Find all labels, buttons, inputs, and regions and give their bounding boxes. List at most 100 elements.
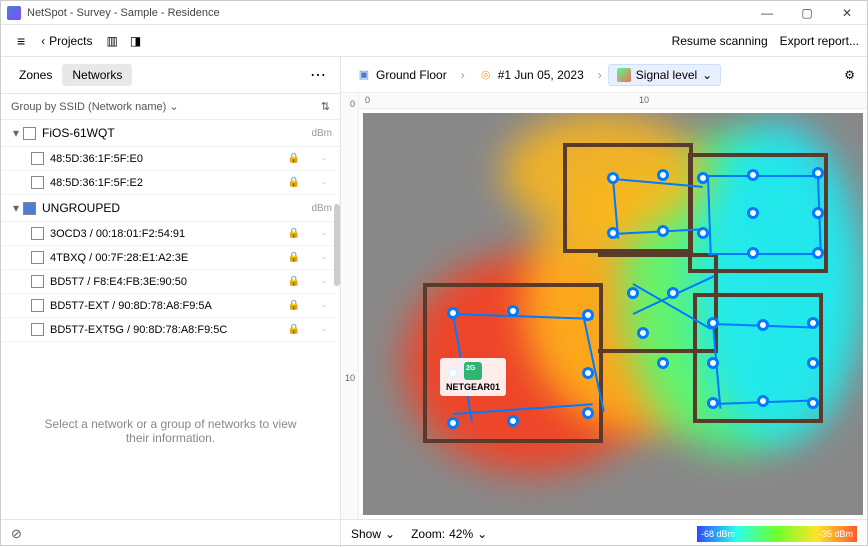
window-title: NetSpot - Survey - Sample - Residence	[27, 7, 747, 19]
ap-name: NETGEAR01	[446, 382, 500, 392]
survey-point[interactable]	[747, 169, 759, 181]
survey-point[interactable]	[582, 407, 594, 419]
collapse-icon[interactable]: ▾	[9, 201, 23, 215]
network-item[interactable]: BD5T7-EXT / 90:8D:78:A8:F9:5A🔒-	[1, 294, 340, 318]
survey-point[interactable]	[707, 397, 719, 409]
survey-point[interactable]	[697, 172, 709, 184]
access-point-label[interactable]: NETGEAR01	[440, 358, 506, 396]
sidebar: Zones Networks ⋯ Group by SSID (Network …	[1, 57, 341, 519]
survey-point[interactable]	[757, 395, 769, 407]
group-name: FiOS-61WQT	[42, 126, 115, 140]
lock-icon: 🔒	[288, 324, 300, 335]
survey-point[interactable]	[707, 317, 719, 329]
show-dropdown[interactable]: Show ⌄	[351, 527, 395, 541]
survey-point[interactable]	[812, 167, 824, 179]
collapse-icon[interactable]: ▾	[9, 126, 23, 140]
titlebar: NetSpot - Survey - Sample - Residence — …	[1, 1, 867, 25]
survey-point[interactable]	[582, 309, 594, 321]
minimize-button[interactable]: —	[747, 6, 787, 20]
export-report-button[interactable]: Export report...	[780, 34, 859, 48]
chevron-right-icon: ›	[461, 68, 465, 82]
network-item[interactable]: BD5T7-EXT5G / 90:8D:78:A8:F9:5C🔒-	[1, 318, 340, 342]
history-icon[interactable]: ⊘	[11, 526, 22, 542]
chevron-right-icon: ›	[598, 68, 602, 82]
scrollbar[interactable]	[334, 204, 340, 286]
survey-point[interactable]	[747, 247, 759, 259]
survey-point[interactable]	[807, 397, 819, 409]
maximize-button[interactable]: ▢	[787, 6, 827, 20]
group-checkbox[interactable]	[23, 202, 36, 215]
survey-point[interactable]	[812, 207, 824, 219]
item-checkbox[interactable]	[31, 323, 44, 336]
resume-scanning-button[interactable]: Resume scanning	[672, 34, 768, 48]
network-group[interactable]: ▾ FiOS-61WQT dBm	[1, 120, 340, 147]
item-checkbox[interactable]	[31, 251, 44, 264]
survey-point[interactable]	[757, 319, 769, 331]
filter-icon[interactable]: ⚙	[840, 64, 859, 86]
layout-icon[interactable]: ▥	[101, 30, 124, 52]
survey-point[interactable]	[707, 357, 719, 369]
item-checkbox[interactable]	[31, 176, 44, 189]
network-item[interactable]: 3OCD3 / 00:18:01:F2:54:91🔒-	[1, 222, 340, 246]
lock-icon: 🔒	[288, 276, 300, 287]
network-item[interactable]: 4TBXQ / 00:7F:28:E1:A2:3E🔒-	[1, 246, 340, 270]
crumb-floor[interactable]: ▣Ground Floor	[349, 65, 455, 85]
chevron-down-icon: ⌄	[702, 68, 712, 82]
wifi-icon	[464, 362, 482, 380]
app-icon	[7, 6, 21, 20]
item-checkbox[interactable]	[31, 152, 44, 165]
survey-point[interactable]	[657, 225, 669, 237]
survey-point[interactable]	[667, 287, 679, 299]
survey-point[interactable]	[747, 207, 759, 219]
survey-point[interactable]	[627, 287, 639, 299]
network-list: ▾ FiOS-61WQT dBm 48:5D:36:1F:5F:E0🔒- 48:…	[1, 120, 340, 342]
back-label: Projects	[49, 34, 92, 48]
lock-icon: 🔒	[288, 252, 300, 263]
survey-canvas[interactable]: NETGEAR01	[363, 113, 863, 515]
survey-point[interactable]	[807, 357, 819, 369]
more-icon[interactable]: ⋯	[304, 63, 332, 87]
survey-point[interactable]	[447, 307, 459, 319]
survey-point[interactable]	[812, 247, 824, 259]
survey-point[interactable]	[447, 417, 459, 429]
tab-networks[interactable]: Networks	[62, 64, 132, 86]
unit-label: dBm	[311, 203, 332, 214]
survey-point[interactable]	[507, 415, 519, 427]
sort-icon[interactable]: ⇅	[321, 100, 330, 113]
survey-point[interactable]	[607, 227, 619, 239]
panel-icon[interactable]: ◨	[124, 30, 147, 52]
survey-point[interactable]	[807, 317, 819, 329]
network-item[interactable]: 48:5D:36:1F:5F:E0🔒-	[1, 147, 340, 171]
survey-point[interactable]	[657, 357, 669, 369]
group-checkbox[interactable]	[23, 127, 36, 140]
close-button[interactable]: ✕	[827, 6, 867, 20]
unit-label: dBm	[311, 128, 332, 139]
item-checkbox[interactable]	[31, 227, 44, 240]
lock-icon: 🔒	[288, 228, 300, 239]
survey-point[interactable]	[507, 305, 519, 317]
item-name: 4TBXQ / 00:7F:28:E1:A2:3E	[50, 252, 188, 264]
back-button[interactable]: ‹ Projects	[33, 30, 100, 52]
visualization-dropdown[interactable]: Signal level⌄	[608, 64, 721, 86]
network-group[interactable]: ▾ UNGROUPED dBm	[1, 195, 340, 222]
survey-point[interactable]	[657, 169, 669, 181]
toolbar: ≡ ‹ Projects ▥ ◨ Resume scanning Export …	[1, 25, 867, 57]
survey-point[interactable]	[607, 172, 619, 184]
tab-zones[interactable]: Zones	[9, 64, 62, 86]
item-checkbox[interactable]	[31, 299, 44, 312]
group-by-dropdown[interactable]: Group by SSID (Network name) ⌄	[11, 100, 179, 113]
survey-point[interactable]	[697, 227, 709, 239]
network-item[interactable]: BD5T7 / F8:E4:FB:3E:90:50🔒-	[1, 270, 340, 294]
crumb-snapshot[interactable]: ◎#1 Jun 05, 2023	[471, 65, 592, 85]
survey-point[interactable]	[637, 327, 649, 339]
zoom-dropdown[interactable]: Zoom: 42% ⌄	[411, 527, 487, 541]
ruler-vertical: 0 10	[341, 93, 359, 519]
empty-message: Select a network or a group of networks …	[1, 342, 340, 519]
item-checkbox[interactable]	[31, 275, 44, 288]
survey-point[interactable]	[582, 367, 594, 379]
lock-icon: 🔒	[288, 177, 300, 188]
chevron-down-icon: ⌄	[169, 101, 178, 113]
menu-icon[interactable]: ≡	[9, 29, 33, 53]
network-item[interactable]: 48:5D:36:1F:5F:E2🔒-	[1, 171, 340, 195]
item-name: BD5T7-EXT / 90:8D:78:A8:F9:5A	[50, 300, 212, 312]
